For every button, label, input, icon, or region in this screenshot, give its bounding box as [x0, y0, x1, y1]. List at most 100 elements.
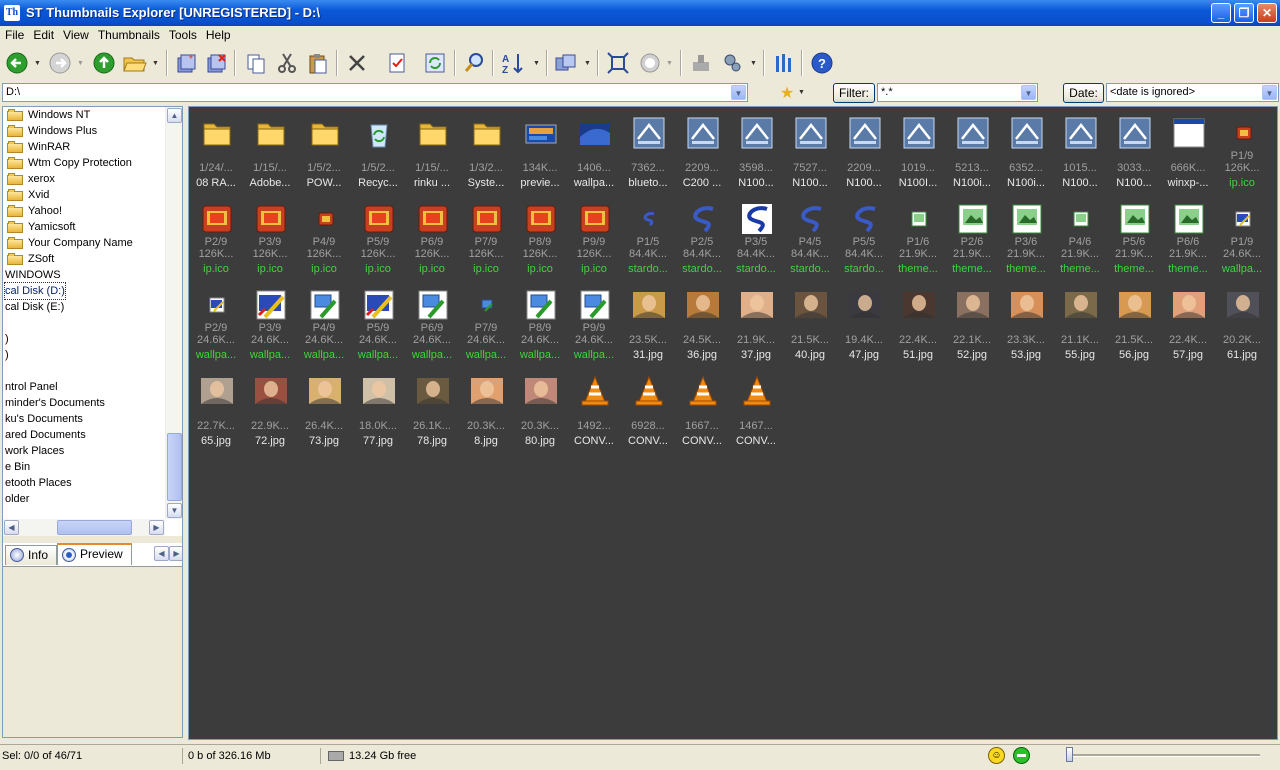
- tab-preview[interactable]: Preview: [57, 543, 132, 565]
- thumbnail-item[interactable]: P6/6 21.9K... theme...: [1161, 193, 1215, 279]
- sort-icon[interactable]: AZ: [500, 50, 526, 76]
- minimize-button[interactable]: _: [1211, 3, 1231, 23]
- filter-button[interactable]: Filter:: [833, 83, 875, 103]
- thumbnail-item[interactable]: 134K... previe...: [513, 107, 567, 193]
- tree-item[interactable]: xerox: [3, 171, 165, 187]
- thumbnail-item[interactable]: P7/9 126K... ip.ico: [459, 193, 513, 279]
- tree-horizontal-scrollbar[interactable]: ◀ ▶: [3, 519, 165, 536]
- tree-item[interactable]: minder's Documents: [3, 395, 165, 411]
- tree-item[interactable]: [3, 363, 165, 379]
- tree-item[interactable]: Your Company Name: [3, 235, 165, 251]
- thumbnail-item[interactable]: 24.5K... 36.jpg: [675, 279, 729, 365]
- thumbnail-item[interactable]: P5/5 84.4K... stardo...: [837, 193, 891, 279]
- chevron-down-icon[interactable]: ▼: [1021, 85, 1036, 100]
- tree-item[interactable]: ): [3, 347, 165, 363]
- delete-item-icon[interactable]: [203, 50, 229, 76]
- thumbnail-item[interactable]: P6/9 126K... ip.ico: [405, 193, 459, 279]
- address-input[interactable]: D:\ ▼: [2, 83, 748, 102]
- menu-view[interactable]: View: [58, 26, 93, 43]
- tree-item[interactable]: Windows NT: [3, 107, 165, 123]
- thumbnail-item[interactable]: 1467... CONV...: [729, 365, 783, 451]
- scroll-thumb[interactable]: [57, 520, 132, 535]
- thumbnail-item[interactable]: P1/5 84.4K... stardo...: [621, 193, 675, 279]
- tree-vertical-scrollbar[interactable]: ▲ ▼: [165, 107, 182, 519]
- thumbnail-item[interactable]: 20.3K... 80.jpg: [513, 365, 567, 451]
- date-button[interactable]: Date:: [1063, 83, 1104, 103]
- scroll-left-arrow[interactable]: ◀: [4, 520, 19, 535]
- thumbnail-item[interactable]: P3/6 21.9K... theme...: [999, 193, 1053, 279]
- menu-file[interactable]: File: [0, 26, 28, 43]
- folder-open-icon[interactable]: [122, 50, 148, 76]
- thumbnail-item[interactable]: P9/9 24.6K... wallpa...: [567, 279, 621, 365]
- date-select[interactable]: <date is ignored> ▼: [1106, 83, 1279, 102]
- thumbnail-item[interactable]: P8/9 24.6K... wallpa...: [513, 279, 567, 365]
- up-icon[interactable]: [91, 50, 117, 76]
- thumbnail-item[interactable]: 2209... C200 ...: [675, 107, 729, 193]
- thumbnail-item[interactable]: P5/6 21.9K... theme...: [1107, 193, 1161, 279]
- thumbnail-item[interactable]: P4/9 24.6K... wallpa...: [297, 279, 351, 365]
- zoom-slider-thumb[interactable]: [1066, 747, 1073, 762]
- thumbnail-item[interactable]: 22.4K... 57.jpg: [1161, 279, 1215, 365]
- tree-item[interactable]: work Places: [3, 443, 165, 459]
- back-icon[interactable]: [4, 50, 30, 76]
- folder-tree[interactable]: Windows NT Windows Plus WinRAR Wtm Copy Pro…: [3, 107, 165, 519]
- stop-icon[interactable]: [637, 50, 663, 76]
- tab-scroll-left-arrow[interactable]: ◀: [154, 546, 169, 561]
- menu-help[interactable]: Help: [201, 26, 235, 43]
- thumbnail-item[interactable]: 1/15/... Adobe...: [243, 107, 297, 193]
- thumbnail-item[interactable]: 6352... N100i...: [999, 107, 1053, 193]
- thumbnail-item[interactable]: 2209... N100...: [837, 107, 891, 193]
- tree-item[interactable]: ntrol Panel: [3, 379, 165, 395]
- thumbnail-item[interactable]: 20.3K... 8.jpg: [459, 365, 513, 451]
- tree-item[interactable]: ): [3, 331, 165, 347]
- menu-edit[interactable]: Edit: [28, 26, 58, 43]
- forward-icon[interactable]: [47, 50, 73, 76]
- thumbnail-item[interactable]: 22.7K... 65.jpg: [189, 365, 243, 451]
- plugin-icon[interactable]: [688, 50, 714, 76]
- close-button[interactable]: ✕: [1257, 3, 1277, 23]
- tree-item[interactable]: ku's Documents: [3, 411, 165, 427]
- thumbnail-item[interactable]: 1/5/2... POW...: [297, 107, 351, 193]
- tree-item[interactable]: ared Documents: [3, 427, 165, 443]
- scroll-right-arrow[interactable]: ▶: [149, 520, 164, 535]
- thumbnail-item[interactable]: 22.4K... 51.jpg: [891, 279, 945, 365]
- thumbnail-item[interactable]: P2/5 84.4K... stardo...: [675, 193, 729, 279]
- thumbnail-item[interactable]: 1/24/... 08 RA...: [189, 107, 243, 193]
- thumbnail-item[interactable]: P5/9 24.6K... wallpa...: [351, 279, 405, 365]
- new-item-icon[interactable]: *: [173, 50, 199, 76]
- paste-icon[interactable]: [305, 50, 331, 76]
- chevron-down-icon[interactable]: ▼: [731, 85, 746, 100]
- thumbnail-item[interactable]: P7/9 24.6K... wallpa...: [459, 279, 513, 365]
- thumbnail-item[interactable]: 1492... CONV...: [567, 365, 621, 451]
- title-bar[interactable]: Th ST Thumbnails Explorer [UNREGISTERED]…: [0, 0, 1280, 26]
- thumbnail-item[interactable]: 21.1K... 55.jpg: [1053, 279, 1107, 365]
- maximize-button[interactable]: ❐: [1234, 3, 1254, 23]
- thumbnail-item[interactable]: P6/9 24.6K... wallpa...: [405, 279, 459, 365]
- thumbnail-item[interactable]: 7362... blueto...: [621, 107, 675, 193]
- tree-item[interactable]: cal Disk (E:): [3, 299, 165, 315]
- help-icon[interactable]: ?: [809, 50, 835, 76]
- thumbnail-item[interactable]: 26.1K... 78.jpg: [405, 365, 459, 451]
- thumbnail-item[interactable]: P2/6 21.9K... theme...: [945, 193, 999, 279]
- thumbnail-item[interactable]: 19.4K... 47.jpg: [837, 279, 891, 365]
- thumbnail-item[interactable]: 1406... wallpa...: [567, 107, 621, 193]
- tab-info[interactable]: Info: [5, 545, 57, 565]
- thumbnail-item[interactable]: P4/5 84.4K... stardo...: [783, 193, 837, 279]
- thumbnail-item[interactable]: 18.0K... 77.jpg: [351, 365, 405, 451]
- thumbnail-item[interactable]: P2/9 126K... ip.ico: [189, 193, 243, 279]
- copy-icon[interactable]: [243, 50, 269, 76]
- thumbnail-item[interactable]: 1667... CONV...: [675, 365, 729, 451]
- view-mode-icon[interactable]: [553, 50, 579, 76]
- tree-item[interactable]: WINDOWS: [3, 267, 165, 283]
- thumbnail-item[interactable]: 3033... N100...: [1107, 107, 1161, 193]
- smiley-icon[interactable]: ☺: [988, 747, 1005, 764]
- thumbnail-item[interactable]: P8/9 126K... ip.ico: [513, 193, 567, 279]
- scroll-up-arrow[interactable]: ▲: [167, 108, 182, 123]
- tree-item[interactable]: Windows Plus: [3, 123, 165, 139]
- tree-item[interactable]: etooth Places: [3, 475, 165, 491]
- tree-item[interactable]: Wtm Copy Protection: [3, 155, 165, 171]
- thumbnail-item[interactable]: 1/15/... rinku ...: [405, 107, 459, 193]
- settings-icon[interactable]: [719, 50, 745, 76]
- thumbnail-item[interactable]: 3598... N100...: [729, 107, 783, 193]
- tree-item[interactable]: Yahoo!: [3, 203, 165, 219]
